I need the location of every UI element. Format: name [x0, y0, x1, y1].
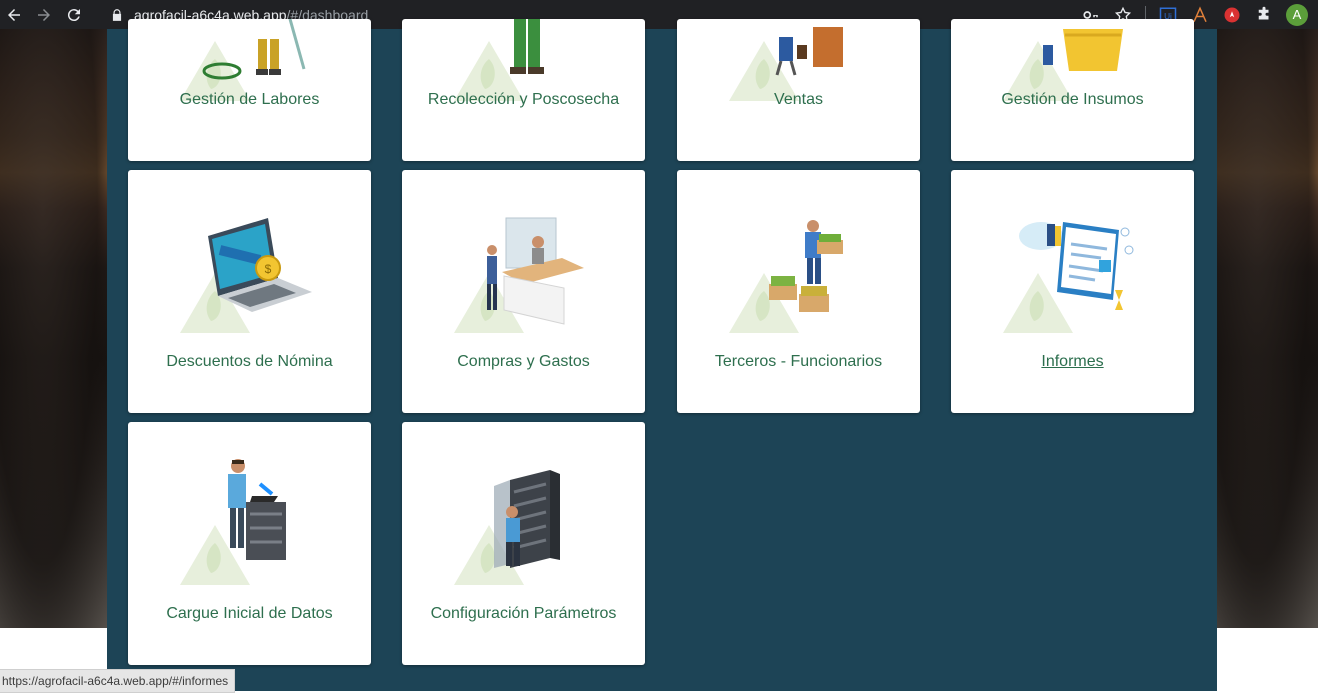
- rocket-extension-icon[interactable]: [1221, 4, 1243, 26]
- background-trees-left: [0, 29, 107, 628]
- card-ventas[interactable]: Ventas: [677, 19, 920, 161]
- field-worker-icon: [202, 19, 305, 80]
- card-label: Configuración Parámetros: [430, 605, 617, 622]
- card-informes[interactable]: Informes: [951, 170, 1194, 413]
- background-trees-right: [1217, 29, 1318, 628]
- reload-icon[interactable]: [62, 3, 86, 27]
- svg-text:$: $: [264, 262, 271, 276]
- card-gestion-insumos[interactable]: Gestión de Insumos: [951, 19, 1194, 161]
- server-cabinet-icon: [493, 470, 560, 568]
- profile-avatar[interactable]: A: [1286, 3, 1308, 26]
- card-label: Gestión de Insumos: [1001, 91, 1144, 108]
- card-recoleccion-poscosecha[interactable]: Recolección y Poscosecha: [402, 19, 645, 161]
- card-label: Ventas: [774, 91, 823, 108]
- card-terceros-funcionarios[interactable]: Terceros - Funcionarios: [677, 170, 920, 413]
- card-cargue-inicial-datos[interactable]: Cargue Inicial de Datos: [128, 422, 371, 665]
- lock-icon: [112, 8, 122, 21]
- purchase-counter-icon: [486, 217, 584, 325]
- extensions-puzzle-icon[interactable]: [1253, 4, 1275, 26]
- server-rack-user-icon: [227, 459, 286, 560]
- card-label: Gestión de Labores: [179, 91, 320, 108]
- card-gestion-labores[interactable]: Gestión de Labores: [128, 19, 371, 161]
- status-bar-url: https://agrofacil-a6c4a.web.app/#/inform…: [0, 669, 236, 693]
- card-label: Cargue Inicial de Datos: [166, 605, 333, 622]
- card-descuentos-nomina[interactable]: $ Descuentos de Nómina: [128, 170, 371, 413]
- laptop-payroll-icon: $: [207, 218, 312, 312]
- card-label: Informes: [1041, 353, 1104, 370]
- card-label: Recolección y Poscosecha: [427, 91, 620, 108]
- supplies-icon: [1042, 29, 1123, 71]
- back-icon[interactable]: [2, 3, 26, 27]
- card-configuracion-parametros[interactable]: Configuración Parámetros: [402, 422, 645, 665]
- card-label: Descuentos de Nómina: [166, 353, 333, 370]
- card-compras-gastos[interactable]: Compras y Gastos: [402, 170, 645, 413]
- card-label: Compras y Gastos: [457, 353, 590, 370]
- reports-dashboard-icon: [1018, 222, 1133, 310]
- forward-icon[interactable]: [32, 3, 56, 27]
- dashboard-panel: Gestión de Labores Recolección y Poscose…: [107, 19, 1217, 691]
- sales-icon: [775, 27, 843, 76]
- worker-crates-icon: [768, 220, 843, 312]
- card-label: Terceros - Funcionarios: [714, 353, 883, 370]
- harvest-worker-icon: [509, 19, 544, 74]
